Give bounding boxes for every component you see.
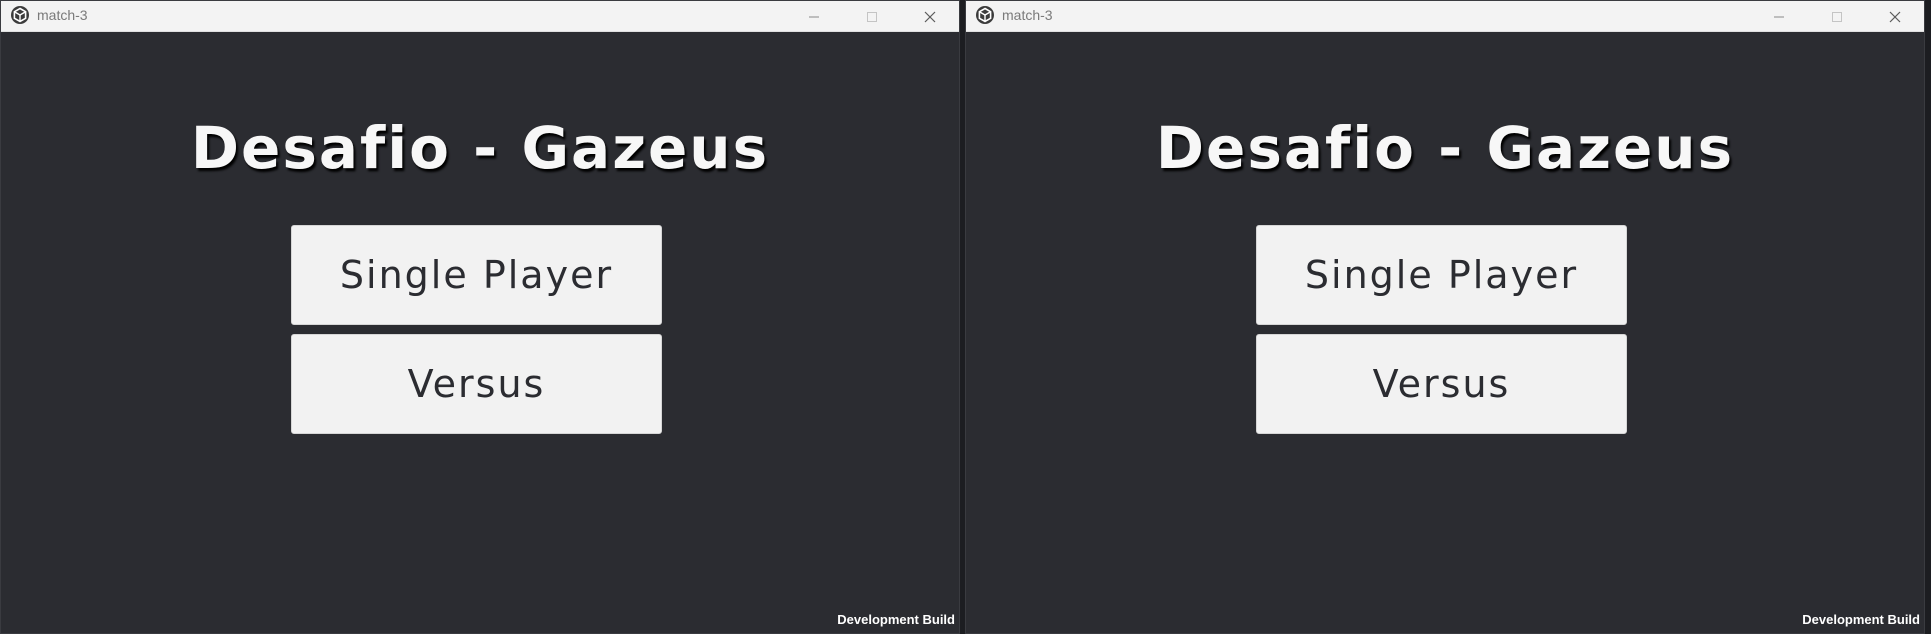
close-button[interactable] (901, 1, 959, 32)
window-title: match-3 (37, 7, 88, 23)
development-build-watermark: Development Build (837, 612, 955, 627)
maximize-icon (1831, 11, 1843, 23)
desktop: match-3 Desafio - Gazeus Single Player V… (0, 0, 1931, 634)
game-window-left: match-3 Desafio - Gazeus Single Player V… (0, 0, 960, 634)
versus-button[interactable]: Versus (1256, 334, 1627, 434)
game-title: Desafio - Gazeus (1155, 114, 1735, 182)
minimize-button[interactable] (1750, 1, 1808, 32)
single-player-button[interactable]: Single Player (1256, 225, 1627, 325)
single-player-button[interactable]: Single Player (291, 225, 662, 325)
game-viewport: Desafio - Gazeus Single Player Versus De… (966, 32, 1924, 633)
maximize-button[interactable] (843, 1, 901, 32)
maximize-button[interactable] (1808, 1, 1866, 32)
window-title: match-3 (1002, 7, 1053, 23)
window-controls (785, 1, 959, 32)
title-bar[interactable]: match-3 (1, 1, 959, 32)
close-button[interactable] (1866, 1, 1924, 32)
game-window-right: match-3 Desafio - Gazeus Single Player V… (965, 0, 1925, 634)
versus-button[interactable]: Versus (291, 334, 662, 434)
minimize-icon (1773, 11, 1785, 23)
title-bar[interactable]: match-3 (966, 1, 1924, 32)
minimize-button[interactable] (785, 1, 843, 32)
development-build-watermark: Development Build (1802, 612, 1920, 627)
close-icon (924, 11, 936, 23)
minimize-icon (808, 11, 820, 23)
maximize-icon (866, 11, 878, 23)
game-title: Desafio - Gazeus (190, 114, 770, 182)
unity-icon (975, 5, 995, 25)
game-viewport: Desafio - Gazeus Single Player Versus De… (1, 32, 959, 633)
window-controls (1750, 1, 1924, 32)
close-icon (1889, 11, 1901, 23)
unity-icon (10, 5, 30, 25)
